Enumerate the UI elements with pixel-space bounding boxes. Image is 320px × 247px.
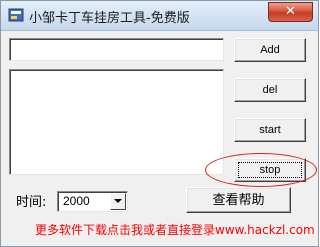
close-icon: ✕	[285, 4, 296, 19]
app-icon	[8, 8, 24, 22]
footer-download-link[interactable]: 更多软件下载点击我或者直接登录www.hackzl.com	[35, 221, 315, 238]
account-list[interactable]	[9, 69, 224, 175]
time-select[interactable]: 2000	[57, 191, 128, 212]
start-button[interactable]: start	[234, 118, 306, 142]
del-button[interactable]: del	[234, 78, 306, 102]
time-label: 时间:	[16, 195, 47, 210]
app-window: 小邹卡丁车挂房工具-免费版 ✕ Add del start stop 时间: 2…	[0, 0, 319, 247]
chevron-down-icon	[114, 199, 122, 203]
highlight-ellipse	[205, 153, 317, 187]
account-input[interactable]	[9, 38, 224, 61]
title-bar: 小邹卡丁车挂房工具-免费版 ✕	[1, 1, 318, 31]
help-button[interactable]: 查看帮助	[186, 187, 291, 213]
time-select-value: 2000	[63, 194, 90, 208]
add-button[interactable]: Add	[234, 38, 306, 62]
dropdown-button[interactable]	[110, 193, 126, 210]
window-title: 小邹卡丁车挂房工具-免费版	[29, 11, 190, 26]
close-button[interactable]: ✕	[268, 2, 313, 22]
